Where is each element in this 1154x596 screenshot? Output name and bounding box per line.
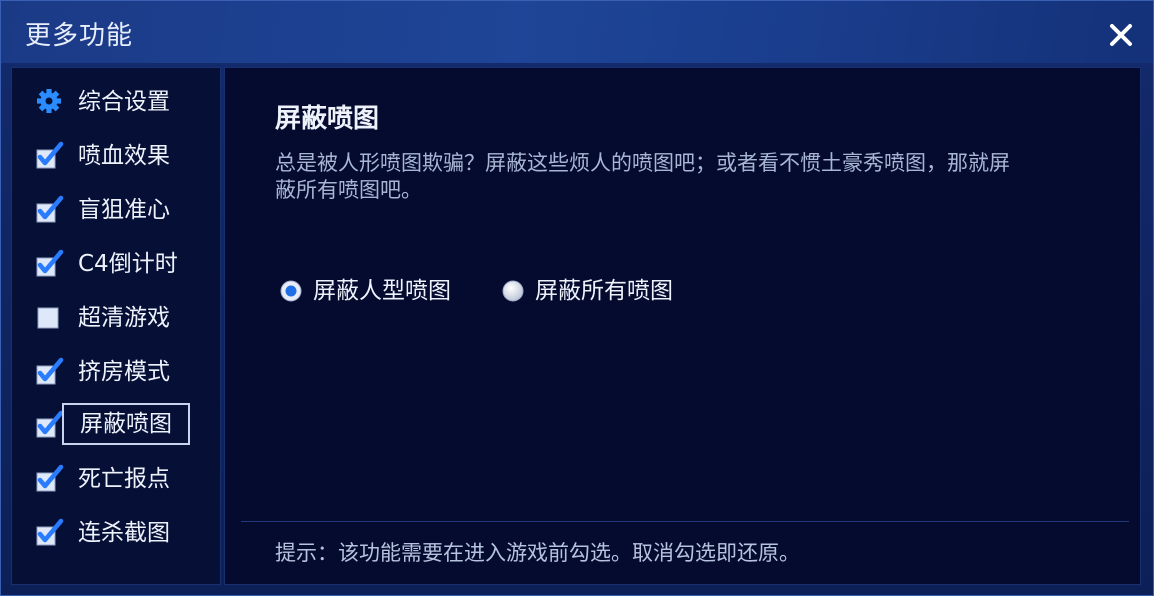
checkbox-checked-icon — [34, 140, 64, 170]
checkbox-checked-icon — [34, 517, 64, 547]
main-panel: 屏蔽喷图 总是被人形喷图欺骗？屏蔽这些烦人的喷图吧；或者看不惯土豪秀喷图，那就屏… — [224, 67, 1141, 585]
close-button[interactable] — [1107, 21, 1135, 49]
sidebar-item-label: 挤房模式 — [78, 359, 170, 385]
radio-unselected-icon — [502, 280, 524, 302]
radio-selected-icon — [280, 280, 302, 302]
sidebar-item-label: 连杀截图 — [78, 520, 170, 546]
sidebar-item[interactable]: 屏蔽喷图 — [12, 403, 220, 447]
window-title: 更多功能 — [25, 21, 134, 51]
sidebar-item-label: 综合设置 — [78, 89, 170, 115]
sidebar-item-label: 盲狙准心 — [78, 197, 170, 223]
checkbox-checked-icon — [34, 463, 64, 493]
sidebar-item-label: 喷血效果 — [78, 143, 170, 169]
sidebar-item[interactable]: 超清游戏 — [12, 296, 220, 340]
tip-text: 提示：该功能需要在进入游戏前勾选。取消勾选即还原。 — [275, 541, 800, 565]
sidebar-item[interactable]: 综合设置 — [12, 80, 220, 124]
sidebar-item-label: 屏蔽喷图 — [62, 403, 190, 445]
sidebar-item[interactable]: C4倒计时 — [12, 242, 220, 286]
sidebar-item-label: C4倒计时 — [78, 251, 178, 277]
checkbox-checked-icon — [34, 194, 64, 224]
sidebar: 综合设置喷血效果盲狙准心 C4倒计时超清游戏挤房模式屏蔽喷图死亡报点连杀截图 — [11, 67, 221, 585]
radio-label-human: 屏蔽人型喷图 — [313, 278, 451, 304]
checkbox-checked-icon — [34, 356, 64, 386]
radio-label-all: 屏蔽所有喷图 — [535, 278, 673, 304]
sidebar-item[interactable]: 喷血效果 — [12, 134, 220, 178]
sidebar-item[interactable]: 挤房模式 — [12, 350, 220, 394]
checkbox-unchecked-icon — [34, 302, 64, 332]
sidebar-item-label: 超清游戏 — [78, 305, 170, 331]
sidebar-item[interactable]: 连杀截图 — [12, 511, 220, 555]
section-description: 总是被人形喷图欺骗？屏蔽这些烦人的喷图吧；或者看不惯土豪秀喷图，那就屏蔽所有喷图… — [275, 151, 1010, 202]
close-icon — [1110, 24, 1132, 46]
gear-icon — [34, 86, 64, 116]
sidebar-item[interactable]: 死亡报点 — [12, 457, 220, 501]
checkbox-checked-icon — [34, 409, 64, 439]
divider — [241, 521, 1129, 522]
sidebar-item[interactable]: 盲狙准心 — [12, 188, 220, 232]
more-features-window: 更多功能 综合设置 喷血效果 盲狙准心 C4倒计时 超清游戏 挤房模式 屏蔽喷图 死亡报点 连杀… — [0, 0, 1154, 596]
sidebar-item-label: 死亡报点 — [78, 466, 170, 492]
section-title: 屏蔽喷图 — [275, 104, 380, 134]
title-bar: 更多功能 — [1, 1, 1153, 63]
checkbox-checked-icon — [34, 248, 64, 278]
